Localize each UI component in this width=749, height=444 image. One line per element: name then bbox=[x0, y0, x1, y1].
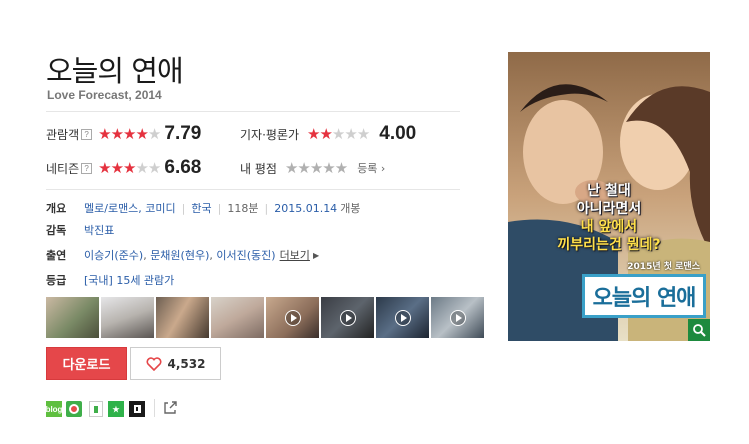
still-thumbnail[interactable] bbox=[46, 297, 99, 338]
more-cast-link[interactable]: 더보기 bbox=[280, 247, 310, 263]
media-thumbnails bbox=[46, 297, 484, 338]
overview-row: 개요 멜로/로맨스, 코미디 | 한국 | 118분 | 2015.01.14 … bbox=[46, 200, 361, 216]
critics-rating-label: 기자·평론가 bbox=[240, 127, 300, 142]
genre-link[interactable]: 멜로/로맨스, 코미디 bbox=[84, 200, 176, 216]
runtime: 118분 bbox=[227, 202, 259, 215]
external-share-icon[interactable] bbox=[162, 400, 178, 416]
poster-tagline: 난 철대 아니라면서 내 앞에서 끼부리는건 뭔데? bbox=[557, 183, 661, 253]
magnifier-icon bbox=[693, 324, 706, 337]
netizen-stars: ★★★ ★★ bbox=[98, 159, 161, 177]
video-thumbnail[interactable] bbox=[266, 297, 319, 338]
video-thumbnail[interactable] bbox=[321, 297, 374, 338]
netizen-rating: 네티즌 ? ★★★ ★★ 6.68 bbox=[46, 156, 201, 180]
country-link[interactable]: 한국 bbox=[191, 200, 211, 216]
band-share-icon[interactable] bbox=[129, 401, 145, 417]
play-icon bbox=[449, 309, 466, 326]
bookmark-star-icon[interactable]: ★ bbox=[108, 401, 124, 417]
critics-score: 4.00 bbox=[379, 123, 417, 144]
actor-link[interactable]: 문채원(현우) bbox=[150, 247, 209, 263]
still-thumbnail[interactable] bbox=[156, 297, 209, 338]
director-link[interactable]: 박진표 bbox=[84, 222, 114, 238]
video-thumbnail[interactable] bbox=[431, 297, 484, 338]
critics-rating: 기자·평론가 ★★ ★★★ 4.00 bbox=[240, 122, 416, 146]
video-thumbnail[interactable] bbox=[376, 297, 429, 338]
play-icon bbox=[284, 309, 301, 326]
actor-link[interactable]: 이승기(준수) bbox=[84, 247, 143, 263]
help-icon[interactable]: ? bbox=[81, 128, 93, 140]
poster-release-note: 2015년 첫 로맨스 bbox=[627, 262, 700, 272]
movie-subtitle: Love Forecast, 2014 bbox=[47, 88, 162, 102]
grade-row: 등급 [국내] 15세 관람가 bbox=[46, 272, 174, 288]
audience-rating-label: 관람객 bbox=[46, 127, 80, 142]
register-rating-link[interactable]: 등록 › bbox=[357, 160, 385, 176]
overview-label: 개요 bbox=[46, 202, 67, 215]
director-label: 감독 bbox=[46, 224, 67, 237]
movie-poster[interactable]: 난 철대 아니라면서 내 앞에서 끼부리는건 뭔데? 2015년 첫 로맨스 오… bbox=[508, 52, 710, 341]
download-button[interactable]: 다운로드 bbox=[46, 347, 127, 380]
my-rating: 내 평점 ★★★★★ 등록 › bbox=[240, 156, 385, 180]
critics-stars: ★★ ★★★ bbox=[307, 125, 370, 143]
help-icon[interactable]: ? bbox=[81, 162, 93, 174]
still-thumbnail[interactable] bbox=[211, 297, 264, 338]
cast-label: 출연 bbox=[46, 249, 67, 262]
divider bbox=[154, 399, 155, 417]
poster-title: 오늘의 연애 bbox=[582, 274, 706, 318]
my-rating-stars[interactable]: ★★★★★ bbox=[285, 159, 348, 177]
divider bbox=[46, 111, 460, 112]
heart-icon bbox=[146, 356, 161, 371]
grade-label: 등급 bbox=[46, 274, 67, 287]
like-count: 4,532 bbox=[167, 356, 206, 371]
cast-row: 출연 이승기(준수), 문채원(현우), 이서진(동진) 더보기 ▶ bbox=[46, 247, 320, 263]
release-suffix: 개봉 bbox=[340, 202, 361, 215]
actor-link[interactable]: 이서진(동진) bbox=[216, 247, 275, 263]
netizen-score: 6.68 bbox=[164, 157, 202, 178]
movie-title: 오늘의 연애 bbox=[46, 54, 184, 88]
cafe-share-icon[interactable] bbox=[66, 401, 82, 417]
play-icon bbox=[339, 309, 356, 326]
netizen-rating-label: 네티즌 bbox=[46, 161, 80, 176]
zoom-button[interactable] bbox=[688, 319, 710, 341]
memo-share-icon[interactable] bbox=[89, 401, 103, 417]
audience-stars: ★★★★ ★ bbox=[98, 125, 161, 143]
audience-rating: 관람객 ? ★★★★ ★ 7.79 bbox=[46, 122, 201, 146]
release-date-link[interactable]: 2015.01.14 bbox=[274, 202, 337, 215]
grade-link[interactable]: [국내] 15세 관람가 bbox=[84, 272, 174, 288]
director-row: 감독 박진표 bbox=[46, 222, 114, 238]
like-button[interactable]: 4,532 bbox=[130, 347, 221, 380]
still-thumbnail[interactable] bbox=[101, 297, 154, 338]
chevron-right-icon: ▶ bbox=[312, 250, 320, 260]
play-icon bbox=[394, 309, 411, 326]
my-rating-label: 내 평점 bbox=[240, 161, 277, 176]
divider bbox=[46, 189, 460, 190]
blog-share-icon[interactable]: blog bbox=[46, 401, 62, 417]
audience-score: 7.79 bbox=[164, 123, 202, 144]
